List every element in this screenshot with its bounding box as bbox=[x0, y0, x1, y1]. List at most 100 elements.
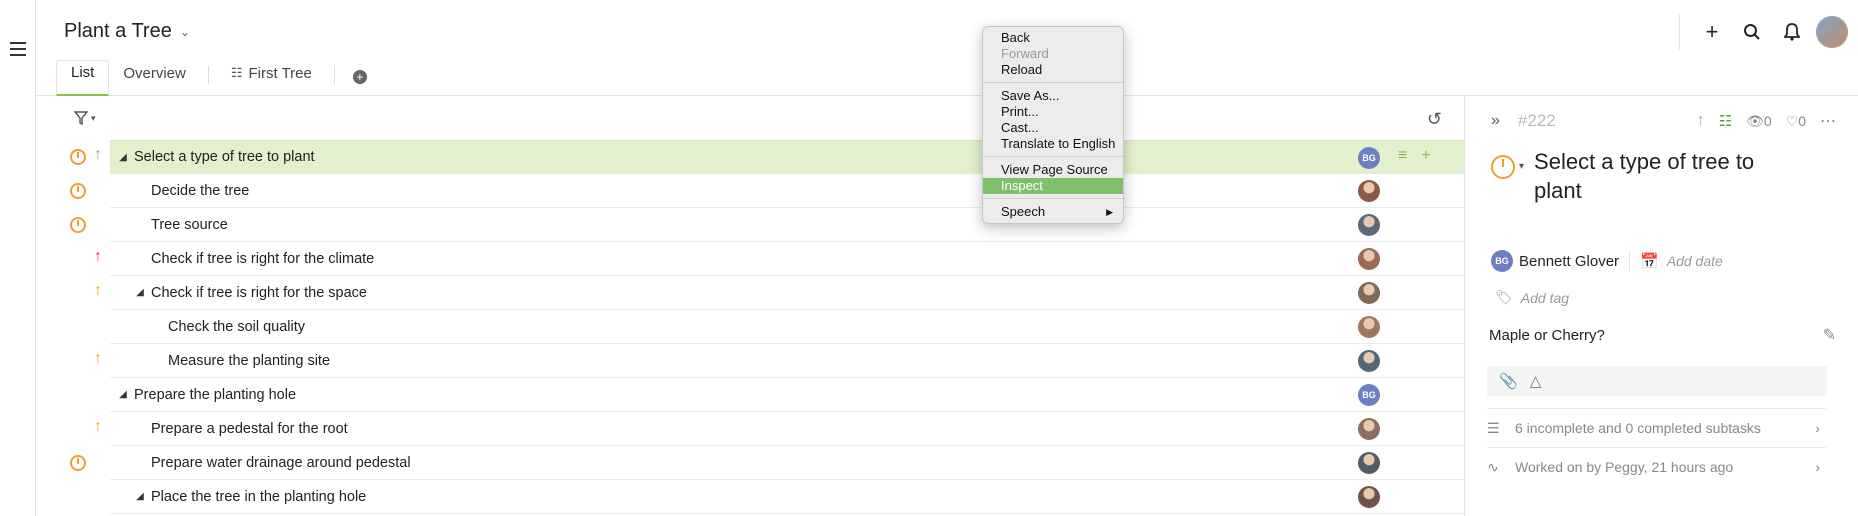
context-menu-item-reload[interactable]: Reload bbox=[983, 62, 1123, 78]
google-drive-icon[interactable]: △ bbox=[1530, 372, 1542, 390]
task-title[interactable]: Check the soil quality bbox=[168, 319, 305, 335]
task-description[interactable]: Maple or Cherry? bbox=[1489, 327, 1605, 344]
context-menu-item-inspect[interactable]: Inspect bbox=[983, 178, 1123, 194]
task-title[interactable]: Prepare water drainage around pedestal bbox=[151, 455, 411, 471]
caret-down-icon[interactable]: ▾ bbox=[1519, 161, 1524, 205]
watchers-button[interactable]: 👁0 bbox=[1746, 113, 1772, 130]
task-title[interactable]: Select a type of tree to plant bbox=[134, 149, 315, 165]
tab-list[interactable]: List bbox=[56, 60, 110, 96]
status-in-progress-icon[interactable] bbox=[70, 182, 86, 199]
task-row[interactable]: ◢ Prepare the planting hole BG bbox=[110, 378, 1464, 412]
task-status-cell bbox=[36, 378, 110, 412]
assignee-avatar[interactable]: BG bbox=[1358, 147, 1380, 169]
context-menu-item-view-page-source[interactable]: View Page Source bbox=[983, 162, 1123, 178]
edit-pencil-icon[interactable]: ✎ bbox=[1823, 325, 1836, 345]
task-row[interactable]: ◢ Place the tree in the planting hole bbox=[110, 480, 1464, 514]
refresh-icon[interactable]: ↺ bbox=[1427, 109, 1442, 130]
context-menu-item-save-as[interactable]: Save As... bbox=[983, 88, 1123, 104]
status-in-progress-icon[interactable] bbox=[70, 454, 86, 471]
plus-icon[interactable]: + bbox=[1692, 14, 1732, 50]
tab-label: Overview bbox=[123, 64, 186, 82]
hamburger-menu-icon[interactable] bbox=[10, 42, 26, 56]
add-tag-field[interactable]: 🏷 Add tag bbox=[1495, 289, 1569, 306]
task-row[interactable]: ↑ ◢ Check if tree is right for the space bbox=[94, 276, 1464, 310]
assignee-avatar[interactable]: BG bbox=[1491, 250, 1513, 272]
task-title[interactable]: Prepare the planting hole bbox=[134, 387, 296, 403]
task-row[interactable]: Tree source bbox=[70, 208, 1464, 242]
priority-arrow-up-icon[interactable]: ↑ bbox=[94, 282, 102, 300]
context-menu-item-back[interactable]: Back bbox=[983, 30, 1123, 46]
board-status-icon[interactable]: ☷ bbox=[1719, 112, 1732, 130]
task-row[interactable]: Prepare water drainage around pedestal bbox=[70, 446, 1464, 480]
task-row[interactable]: Check the soil quality bbox=[110, 310, 1464, 344]
filter-icon bbox=[74, 111, 88, 125]
search-icon[interactable] bbox=[1732, 14, 1772, 50]
collapse-triangle-icon[interactable]: ◢ bbox=[116, 389, 130, 400]
assignee-avatar[interactable] bbox=[1358, 248, 1380, 270]
task-title[interactable]: Check if tree is right for the space bbox=[151, 285, 367, 301]
user-avatar[interactable] bbox=[1816, 16, 1848, 48]
status-in-progress-icon[interactable] bbox=[70, 216, 86, 233]
task-status-cell bbox=[36, 208, 110, 242]
context-menu-item-cast[interactable]: Cast... bbox=[983, 120, 1123, 136]
task-row[interactable]: ↑ Measure the planting site bbox=[94, 344, 1464, 378]
task-row[interactable]: Decide the tree bbox=[70, 174, 1464, 208]
plus-icon[interactable]: + bbox=[1421, 147, 1430, 165]
status-in-progress-icon[interactable] bbox=[70, 149, 86, 165]
add-date-field[interactable]: Add date bbox=[1667, 253, 1723, 269]
priority-arrow-up-icon[interactable]: ↑ bbox=[94, 350, 102, 368]
menu-item-label: Translate to English bbox=[1001, 136, 1116, 151]
subtasks-summary[interactable]: ☰ 6 incomplete and 0 completed subtasks … bbox=[1487, 408, 1826, 447]
collapse-triangle-icon[interactable]: ◢ bbox=[133, 491, 147, 502]
collapse-panel-icon[interactable]: » bbox=[1491, 112, 1500, 130]
add-subtask-icon[interactable]: ≡ bbox=[1398, 147, 1407, 165]
context-menu-item-translate-to-english[interactable]: Translate to English bbox=[983, 136, 1123, 152]
task-title[interactable]: Measure the planting site bbox=[168, 353, 330, 369]
task-title[interactable]: Place the tree in the planting hole bbox=[151, 489, 366, 505]
assignee-avatar[interactable] bbox=[1358, 486, 1380, 508]
context-menu-item-speech[interactable]: Speech ▶ bbox=[983, 204, 1123, 220]
bell-icon[interactable] bbox=[1772, 14, 1812, 50]
priority-arrow-up-icon[interactable]: ↑ bbox=[94, 248, 102, 266]
context-menu-item-print[interactable]: Print... bbox=[983, 104, 1123, 120]
project-header: Plant a Tree ⌄ List Overview ☷ First Tre… bbox=[36, 0, 1858, 96]
task-row[interactable]: ↑ Prepare a pedestal for the root bbox=[94, 412, 1464, 446]
priority-arrow-up-icon[interactable]: ↑ bbox=[94, 146, 102, 164]
assignee-avatar[interactable] bbox=[1358, 282, 1380, 304]
collapse-triangle-icon[interactable]: ◢ bbox=[116, 152, 130, 163]
assignee-avatar[interactable]: BG bbox=[1358, 384, 1380, 406]
collapse-triangle-icon[interactable]: ◢ bbox=[133, 287, 147, 298]
task-title[interactable]: Prepare a pedestal for the root bbox=[151, 421, 348, 437]
assignee-avatar[interactable] bbox=[1358, 180, 1380, 202]
likes-count: 0 bbox=[1798, 112, 1806, 129]
task-row[interactable]: ↑ Check if tree is right for the climate bbox=[94, 242, 1464, 276]
paperclip-icon[interactable]: 📎 bbox=[1499, 372, 1518, 390]
priority-arrow-up-icon[interactable]: ↑ bbox=[94, 418, 102, 436]
assignee-avatar[interactable] bbox=[1358, 452, 1380, 474]
task-title[interactable]: Decide the tree bbox=[151, 183, 249, 199]
task-title[interactable]: Check if tree is right for the climate bbox=[151, 251, 374, 267]
context-menu-item-forward: Forward bbox=[983, 46, 1123, 62]
tab-first-tree[interactable]: ☷ First Tree bbox=[217, 60, 326, 96]
task-title[interactable]: Select a type of tree to plant bbox=[1534, 147, 1764, 205]
assignee-avatar[interactable] bbox=[1358, 316, 1380, 338]
assignee-name[interactable]: Bennett Glover bbox=[1519, 253, 1619, 270]
more-icon[interactable]: ⋯ bbox=[1820, 111, 1836, 131]
task-title[interactable]: Tree source bbox=[151, 217, 228, 233]
activity-summary[interactable]: ∿ Worked on by Peggy, 21 hours ago › bbox=[1487, 447, 1826, 486]
task-row[interactable]: ↑ ◢ Select a type of tree to plant BG ≡ + bbox=[70, 140, 1464, 174]
assignee-avatar[interactable] bbox=[1358, 350, 1380, 372]
status-in-progress-icon[interactable] bbox=[1491, 155, 1515, 179]
priority-up-icon[interactable]: ↑ bbox=[1697, 112, 1705, 130]
row-tools: ≡ + bbox=[1398, 147, 1431, 165]
tab-overview[interactable]: Overview bbox=[109, 60, 200, 96]
header-divider bbox=[1679, 14, 1680, 50]
assignee-avatar[interactable] bbox=[1358, 418, 1380, 440]
filter-button[interactable]: ▾ bbox=[74, 111, 96, 125]
project-title-dropdown[interactable]: Plant a Tree ⌄ bbox=[64, 20, 190, 43]
assignee-avatar[interactable] bbox=[1358, 214, 1380, 236]
add-view-icon[interactable]: + bbox=[352, 70, 367, 84]
likes-button[interactable]: ♡0 bbox=[1786, 113, 1806, 130]
menu-separator bbox=[983, 82, 1123, 83]
menu-item-label: Save As... bbox=[1001, 88, 1060, 103]
